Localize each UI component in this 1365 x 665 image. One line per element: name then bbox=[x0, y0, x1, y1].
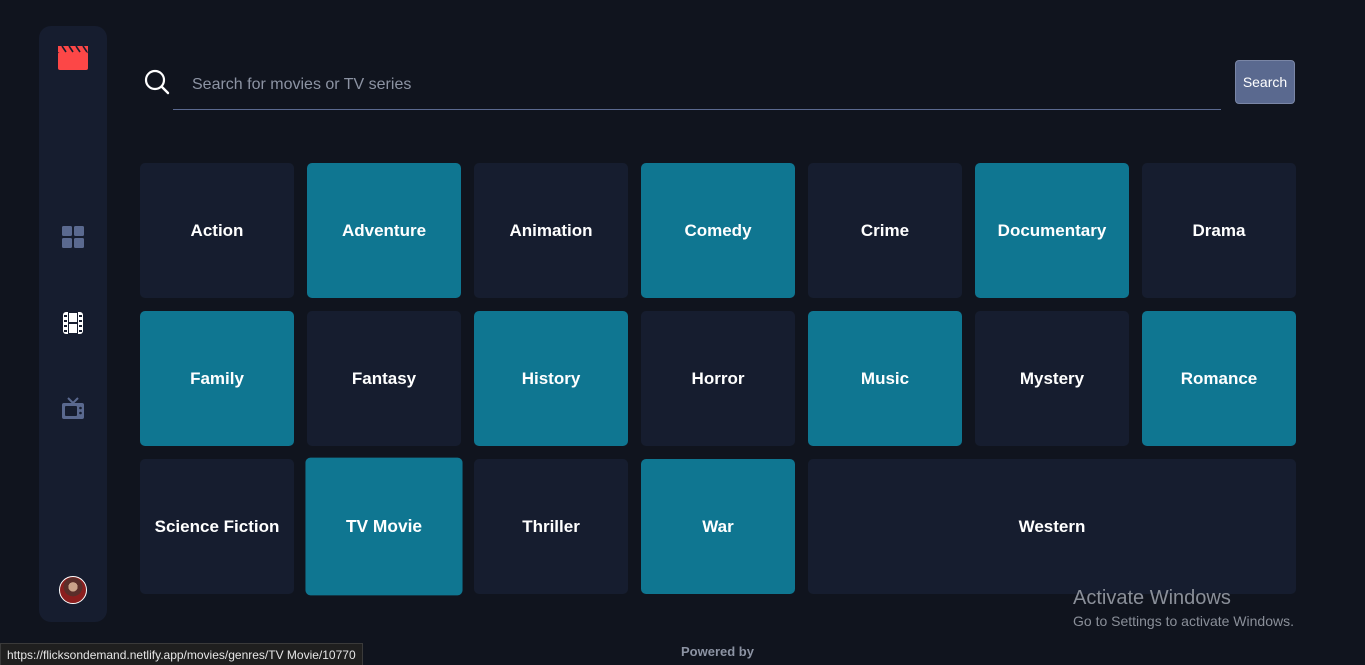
film-icon[interactable] bbox=[61, 311, 85, 335]
genre-tile-animation[interactable]: Animation bbox=[474, 163, 628, 298]
genre-tile-thriller[interactable]: Thriller bbox=[474, 459, 628, 594]
grid-icon[interactable] bbox=[61, 225, 85, 249]
watermark-title: Activate Windows bbox=[1073, 587, 1231, 609]
genre-tile-horror[interactable]: Horror bbox=[641, 311, 795, 446]
genre-tile-tv-movie[interactable]: TV Movie bbox=[305, 457, 463, 596]
activate-windows-watermark: Activate Windows Go to Settings to activ… bbox=[1073, 587, 1294, 629]
powered-by-text: Powered by bbox=[681, 644, 754, 659]
genre-tile-drama[interactable]: Drama bbox=[1142, 163, 1296, 298]
genre-tile-comedy[interactable]: Comedy bbox=[641, 163, 795, 298]
genre-tile-music[interactable]: Music bbox=[808, 311, 962, 446]
genre-tile-romance[interactable]: Romance bbox=[1142, 311, 1296, 446]
genre-tile-mystery[interactable]: Mystery bbox=[975, 311, 1129, 446]
genre-tile-western[interactable]: Western bbox=[808, 459, 1296, 594]
sidebar bbox=[39, 26, 107, 622]
genre-tile-documentary[interactable]: Documentary bbox=[975, 163, 1129, 298]
avatar[interactable] bbox=[59, 576, 87, 604]
genre-tile-crime[interactable]: Crime bbox=[808, 163, 962, 298]
genre-tile-adventure[interactable]: Adventure bbox=[307, 163, 461, 298]
search-button[interactable]: Search bbox=[1235, 60, 1295, 104]
genre-tile-family[interactable]: Family bbox=[140, 311, 294, 446]
genre-tile-action[interactable]: Action bbox=[140, 163, 294, 298]
genre-tile-fantasy[interactable]: Fantasy bbox=[307, 311, 461, 446]
search-icon bbox=[144, 69, 170, 95]
clapperboard-icon[interactable] bbox=[58, 44, 88, 70]
genre-grid: Action Adventure Animation Comedy Crime Docum… bbox=[140, 163, 1296, 596]
genre-tile-war[interactable]: War bbox=[641, 459, 795, 594]
watermark-subtitle: Go to Settings to activate Windows. bbox=[1073, 613, 1294, 629]
genre-tile-history[interactable]: History bbox=[474, 311, 628, 446]
status-bar-url: https://flicksondemand.netlify.app/movie… bbox=[0, 643, 363, 665]
tv-icon[interactable] bbox=[61, 396, 85, 420]
genre-tile-science-fiction[interactable]: Science Fiction bbox=[140, 459, 294, 594]
search-input[interactable] bbox=[173, 60, 1221, 110]
